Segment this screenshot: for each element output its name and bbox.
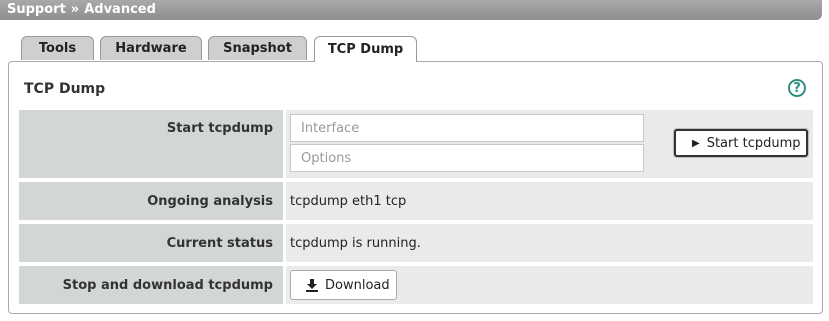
row-start-tcpdump: Start tcpdump Interface Options ▶ Start … xyxy=(19,110,813,178)
start-tcpdump-button[interactable]: ▶ Start tcpdump xyxy=(674,129,808,157)
breadcrumb: Support » Advanced xyxy=(7,2,156,17)
row-stop-download: Stop and download tcpdump Download xyxy=(19,266,813,304)
ongoing-analysis-value: tcpdump eth1 tcp xyxy=(286,182,813,220)
start-tcpdump-value: Interface Options ▶ Start tcpdump xyxy=(286,110,813,178)
tab-hardware[interactable]: Hardware xyxy=(100,36,202,60)
download-button[interactable]: Download xyxy=(290,270,397,300)
tab-tcp-dump[interactable]: TCP Dump xyxy=(314,36,417,62)
options-input[interactable]: Options xyxy=(290,144,644,172)
tab-snapshot[interactable]: Snapshot xyxy=(208,36,307,60)
stop-download-value: Download xyxy=(286,266,813,304)
breadcrumb-advanced: Advanced xyxy=(84,2,156,17)
start-tcpdump-label: Start tcpdump xyxy=(19,110,283,178)
top-bar: Support » Advanced xyxy=(0,0,822,20)
stop-download-label: Stop and download tcpdump xyxy=(19,266,283,304)
start-tcpdump-button-label: Start tcpdump xyxy=(706,135,801,151)
download-icon xyxy=(306,278,318,292)
current-status-value: tcpdump is running. xyxy=(286,224,813,262)
interface-input[interactable]: Interface xyxy=(290,114,644,142)
breadcrumb-separator: » xyxy=(70,2,80,17)
row-ongoing-analysis: Ongoing analysis tcpdump eth1 tcp xyxy=(19,182,813,220)
breadcrumb-support[interactable]: Support xyxy=(7,2,66,17)
ongoing-analysis-label: Ongoing analysis xyxy=(19,182,283,220)
tab-bar: Tools Hardware Snapshot TCP Dump xyxy=(0,36,829,62)
row-current-status: Current status tcpdump is running. xyxy=(19,224,813,262)
tab-tools[interactable]: Tools xyxy=(21,36,94,60)
panel-title: TCP Dump xyxy=(24,81,106,97)
current-status-label: Current status xyxy=(19,224,283,262)
download-button-label: Download xyxy=(325,277,390,293)
tcp-dump-panel: TCP Dump ? Start tcpdump Interface Optio… xyxy=(8,61,823,314)
play-icon: ▶ xyxy=(692,137,700,149)
help-icon[interactable]: ? xyxy=(788,79,806,97)
